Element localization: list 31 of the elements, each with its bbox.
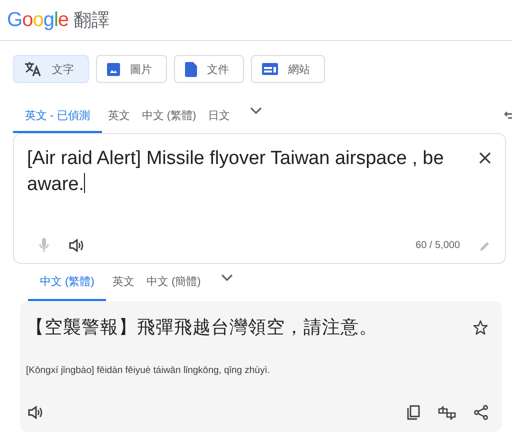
mode-tab[interactable]: 文字 xyxy=(13,55,89,83)
language-tab[interactable]: 英文 - 已偵測 xyxy=(13,108,102,132)
share-icon[interactable] xyxy=(474,405,488,420)
language-tab[interactable]: 中文 (繁體) xyxy=(136,108,202,132)
speaker-icon[interactable] xyxy=(28,406,43,419)
mode-tab[interactable]: 網站 xyxy=(251,55,325,83)
language-tab[interactable]: 日文 xyxy=(202,108,236,132)
star-icon[interactable] xyxy=(473,320,488,334)
mode-tab[interactable]: 圖片 xyxy=(96,55,167,83)
speaker-icon[interactable] xyxy=(69,239,84,252)
source-text: [Air raid Alert] Missile flyover Taiwan airspace , be aware. xyxy=(27,147,445,197)
chevron-down-icon[interactable] xyxy=(220,274,233,282)
image-icon xyxy=(107,62,120,76)
language-tab[interactable]: 中文 (簡體) xyxy=(140,274,207,301)
character-count: 60 / 5,000 xyxy=(416,240,460,251)
close-icon[interactable] xyxy=(479,152,491,164)
translation-text: 【空襲警報】飛彈飛越台灣領空，請注意。 xyxy=(26,316,378,339)
copy-icon[interactable] xyxy=(407,405,420,420)
feedback-icon[interactable] xyxy=(438,406,456,420)
logo[interactable]: Google xyxy=(7,8,69,32)
language-tab[interactable]: 英文 xyxy=(106,274,140,301)
source-text-area[interactable]: [Air raid Alert] Missile flyover Taiwan airspace , be aware. 60 / 5,000 xyxy=(13,133,506,264)
app-title: 翻譯 xyxy=(74,9,110,32)
mode-tab[interactable]: 文件 xyxy=(174,55,244,83)
swap-icon[interactable] xyxy=(504,111,512,121)
chevron-down-icon[interactable] xyxy=(250,107,262,115)
website-icon xyxy=(262,63,278,75)
document-icon xyxy=(185,62,197,76)
translate-icon xyxy=(24,61,42,77)
language-tab[interactable]: 英文 xyxy=(102,108,136,132)
romanization-text: [Kōngxí jǐngbào] fēidàn fēiyuè táiwān lǐngkōng, qǐng zhùyì. xyxy=(26,365,271,376)
